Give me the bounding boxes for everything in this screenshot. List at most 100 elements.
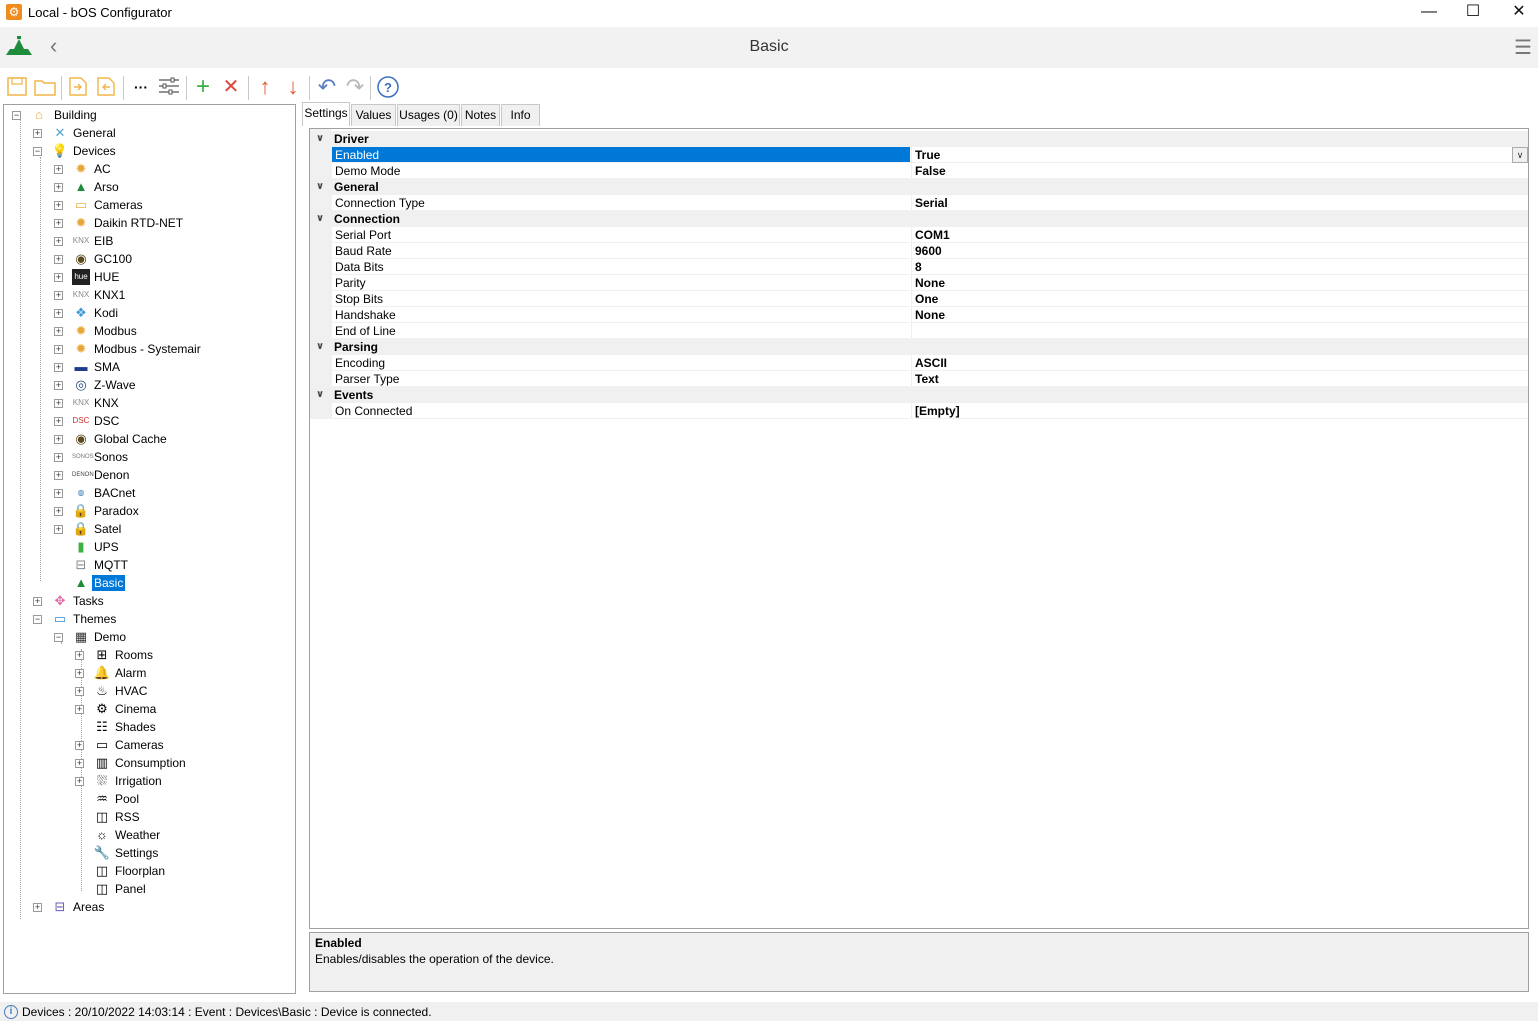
tab-usages[interactable]: Usages (0) (397, 104, 460, 126)
help-icon[interactable]: ? (375, 75, 401, 101)
gear-icon: ✹ (75, 215, 87, 230)
flame-icon: ♨ (96, 683, 108, 698)
delete-icon[interactable]: ✕ (218, 75, 244, 101)
app-window: ⚙ Local - bOS Configurator — ☐ ✕ ‹ Basic… (0, 0, 1538, 1021)
weather-icon: ☼ (96, 827, 108, 842)
lock-icon: 🔒 (72, 521, 90, 536)
bell-icon: 🔔 (93, 665, 111, 680)
svg-text:?: ? (384, 80, 392, 95)
camera-icon: ▭ (95, 737, 109, 752)
maximize-icon: ☐ (1465, 3, 1481, 20)
status-bar: i Devices : 20/10/2022 14:03:14 : Event … (0, 1002, 1538, 1021)
property-row-baud-rate[interactable]: Baud Rate 9600 (310, 243, 1528, 259)
gear-icon: ✹ (75, 161, 87, 176)
areas-icon: ⊟ (54, 899, 66, 914)
more-icon[interactable]: ··· (128, 75, 154, 101)
property-row-enabled[interactable]: Enabled True ∨ (310, 147, 1528, 163)
meter-icon: ▥ (95, 755, 109, 770)
sma-icon: ▬ (74, 359, 88, 374)
panel-icon: ◫ (95, 881, 109, 896)
property-row-demo-mode[interactable]: Demo Mode False (310, 163, 1528, 179)
header-bar: ‹ Basic ☰ (0, 27, 1538, 68)
property-row-connection-type[interactable]: Connection Type Serial (310, 195, 1528, 211)
tab-notes[interactable]: Notes (461, 104, 500, 126)
knx-icon: KNX (72, 398, 90, 407)
bos-device-icon: ▲ (74, 575, 88, 590)
bos-device-icon: ▲ (74, 179, 88, 194)
projector-icon: ⚙ (96, 701, 108, 716)
add-icon[interactable]: + (190, 75, 216, 101)
tab-settings[interactable]: Settings (302, 102, 350, 126)
gear-icon: ✹ (75, 323, 87, 338)
property-row-encoding[interactable]: Encoding ASCII (310, 355, 1528, 371)
tab-info[interactable]: Info (501, 104, 540, 126)
monitor-icon: ▭ (53, 611, 67, 626)
category-general[interactable]: ∨ General (310, 179, 1528, 195)
info-icon: i (4, 1005, 18, 1019)
page-title: Basic (749, 38, 789, 55)
category-events[interactable]: ∨ Events (310, 387, 1528, 403)
knx-icon: KNX (72, 236, 90, 245)
lock-icon: 🔒 (72, 503, 90, 518)
settings-sliders-icon[interactable] (156, 75, 182, 101)
minimize-icon: — (1421, 3, 1437, 20)
property-grid: ∨ Driver Enabled True ∨ Demo Mode False … (309, 128, 1529, 929)
network-icon: ⊟ (75, 557, 87, 572)
denon-icon: DENON (72, 472, 94, 478)
status-text: Devices : 20/10/2022 14:03:14 : Event : … (22, 1005, 432, 1019)
lightbulb-icon: 💡 (51, 143, 69, 158)
redo-icon[interactable]: ↷ (342, 75, 368, 101)
title-bar: ⚙ Local - bOS Configurator — ☐ ✕ (0, 0, 1538, 25)
move-up-icon[interactable]: ↑ (252, 75, 278, 101)
sprinkler-icon: ⛆ (96, 773, 108, 788)
chevron-down-icon: ∨ (316, 181, 325, 192)
knx-icon: KNX (72, 290, 90, 299)
floorplan-page-icon: ◫ (95, 863, 109, 878)
close-button[interactable]: ✕ (1496, 0, 1538, 25)
pool-icon: ♒ (96, 791, 108, 806)
move-down-icon[interactable]: ↓ (280, 75, 306, 101)
rss-icon: ◫ (95, 809, 109, 824)
globalcache-icon: ◉ (75, 431, 87, 446)
export-icon[interactable] (94, 75, 120, 101)
toolbar: ··· + ✕ ↑ ↓ ↶ ↷ ? (0, 70, 1538, 104)
maximize-button[interactable]: ☐ (1450, 0, 1496, 25)
floorplan-icon: ⊞ (96, 647, 108, 662)
property-row-stop-bits[interactable]: Stop Bits One (310, 291, 1528, 307)
undo-icon[interactable]: ↶ (314, 75, 340, 101)
property-row-parser-type[interactable]: Parser Type Text (310, 371, 1528, 387)
hamburger-menu-icon[interactable]: ☰ (1514, 35, 1532, 60)
property-row-data-bits[interactable]: Data Bits 8 (310, 259, 1528, 275)
property-row-serial-port[interactable]: Serial Port COM1 (310, 227, 1528, 243)
help-description: Enables/disables the operation of the de… (315, 952, 554, 966)
property-row-parity[interactable]: Parity None (310, 275, 1528, 291)
app-gear-icon: ⚙ (6, 4, 22, 20)
property-row-handshake[interactable]: Handshake None (310, 307, 1528, 323)
hue-icon: hue (72, 269, 90, 285)
bacnet-icon: ◍ (77, 488, 85, 497)
close-icon: ✕ (1512, 3, 1526, 20)
wrench-icon: 🔧 (93, 845, 111, 860)
property-row-end-of-line[interactable]: End of Line (310, 323, 1528, 339)
category-connection[interactable]: ∨ Connection (310, 211, 1528, 227)
zwave-icon: ◎ (75, 377, 87, 392)
import-icon[interactable] (66, 75, 92, 101)
folder-icon: ▭ (74, 197, 88, 212)
window-title: Local - bOS Configurator (28, 5, 172, 20)
tools-icon: ✕ (54, 125, 66, 140)
kodi-icon: ❖ (75, 305, 87, 320)
tasks-icon: ✥ (54, 593, 66, 608)
tab-values[interactable]: Values (351, 104, 396, 126)
open-folder-icon[interactable] (32, 75, 58, 101)
chevron-down-icon: ∨ (316, 213, 325, 224)
dropdown-chevron-icon[interactable]: ∨ (1512, 147, 1528, 163)
building-icon: ▦ (74, 629, 88, 644)
globalcache-icon: ◉ (75, 251, 87, 266)
minimize-button[interactable]: — (1406, 0, 1452, 25)
house-icon: ⌂ (35, 107, 43, 122)
save-icon[interactable] (4, 75, 30, 101)
category-parsing[interactable]: ∨ Parsing (310, 339, 1528, 355)
category-driver[interactable]: ∨ Driver (310, 131, 1528, 147)
property-row-on-connected[interactable]: On Connected [Empty] (310, 403, 1528, 419)
blinds-icon: ☷ (96, 719, 108, 734)
